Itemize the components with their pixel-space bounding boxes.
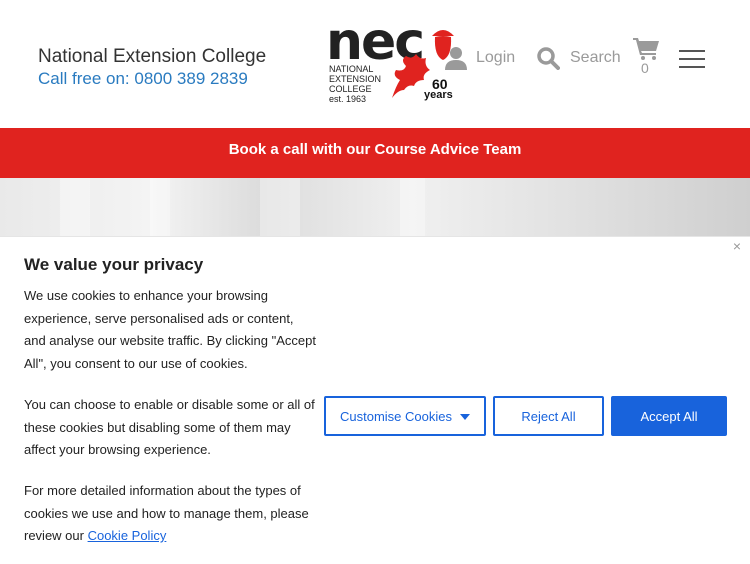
cookie-policy-link[interactable]: Cookie Policy: [88, 528, 167, 543]
cookie-title: We value your privacy: [24, 255, 204, 274]
cookie-consent-panel: × We value your privacy We use cookies t…: [0, 236, 750, 564]
hamburger-menu-icon[interactable]: [679, 50, 705, 68]
caret-down-icon: [460, 414, 470, 420]
search-button[interactable]: Search: [536, 46, 621, 70]
user-icon: [445, 47, 467, 70]
hero-image: [0, 178, 750, 238]
cookie-paragraph-2: You can choose to enable or disable some…: [24, 397, 315, 457]
accept-label: Accept All: [640, 408, 698, 424]
course-advice-banner[interactable]: Book a call with our Course Advice Team: [0, 128, 750, 178]
anniversary-word: years: [424, 89, 453, 101]
brand-name[interactable]: National Extension College: [38, 46, 266, 68]
cart-button[interactable]: 0: [632, 38, 660, 76]
cookie-paragraph-3: For more detailed information about the …: [24, 483, 309, 543]
cart-count: 0: [641, 60, 649, 76]
search-icon: [537, 47, 560, 70]
close-icon[interactable]: ×: [730, 239, 744, 253]
login-label: Login: [476, 49, 516, 66]
banner-text: Book a call with our Course Advice Team: [228, 141, 522, 158]
logo-subtitle: NATIONAL EXTENSION COLLEGE est. 1963: [329, 64, 382, 104]
cart-icon: [633, 38, 659, 60]
login-link[interactable]: Login: [444, 46, 515, 70]
search-label: Search: [570, 49, 621, 66]
customise-label: Customise Cookies: [340, 408, 452, 424]
reject-label: Reject All: [521, 408, 576, 424]
phone-number[interactable]: Call free on: 0800 389 2839: [38, 69, 248, 89]
site-header: National Extension College Call free on:…: [0, 0, 750, 128]
reject-all-button[interactable]: Reject All: [493, 396, 604, 436]
customise-cookies-button[interactable]: Customise Cookies: [324, 396, 486, 436]
cookie-paragraph-1: We use cookies to enhance your browsing …: [24, 288, 316, 371]
accept-all-button[interactable]: Accept All: [611, 396, 727, 436]
